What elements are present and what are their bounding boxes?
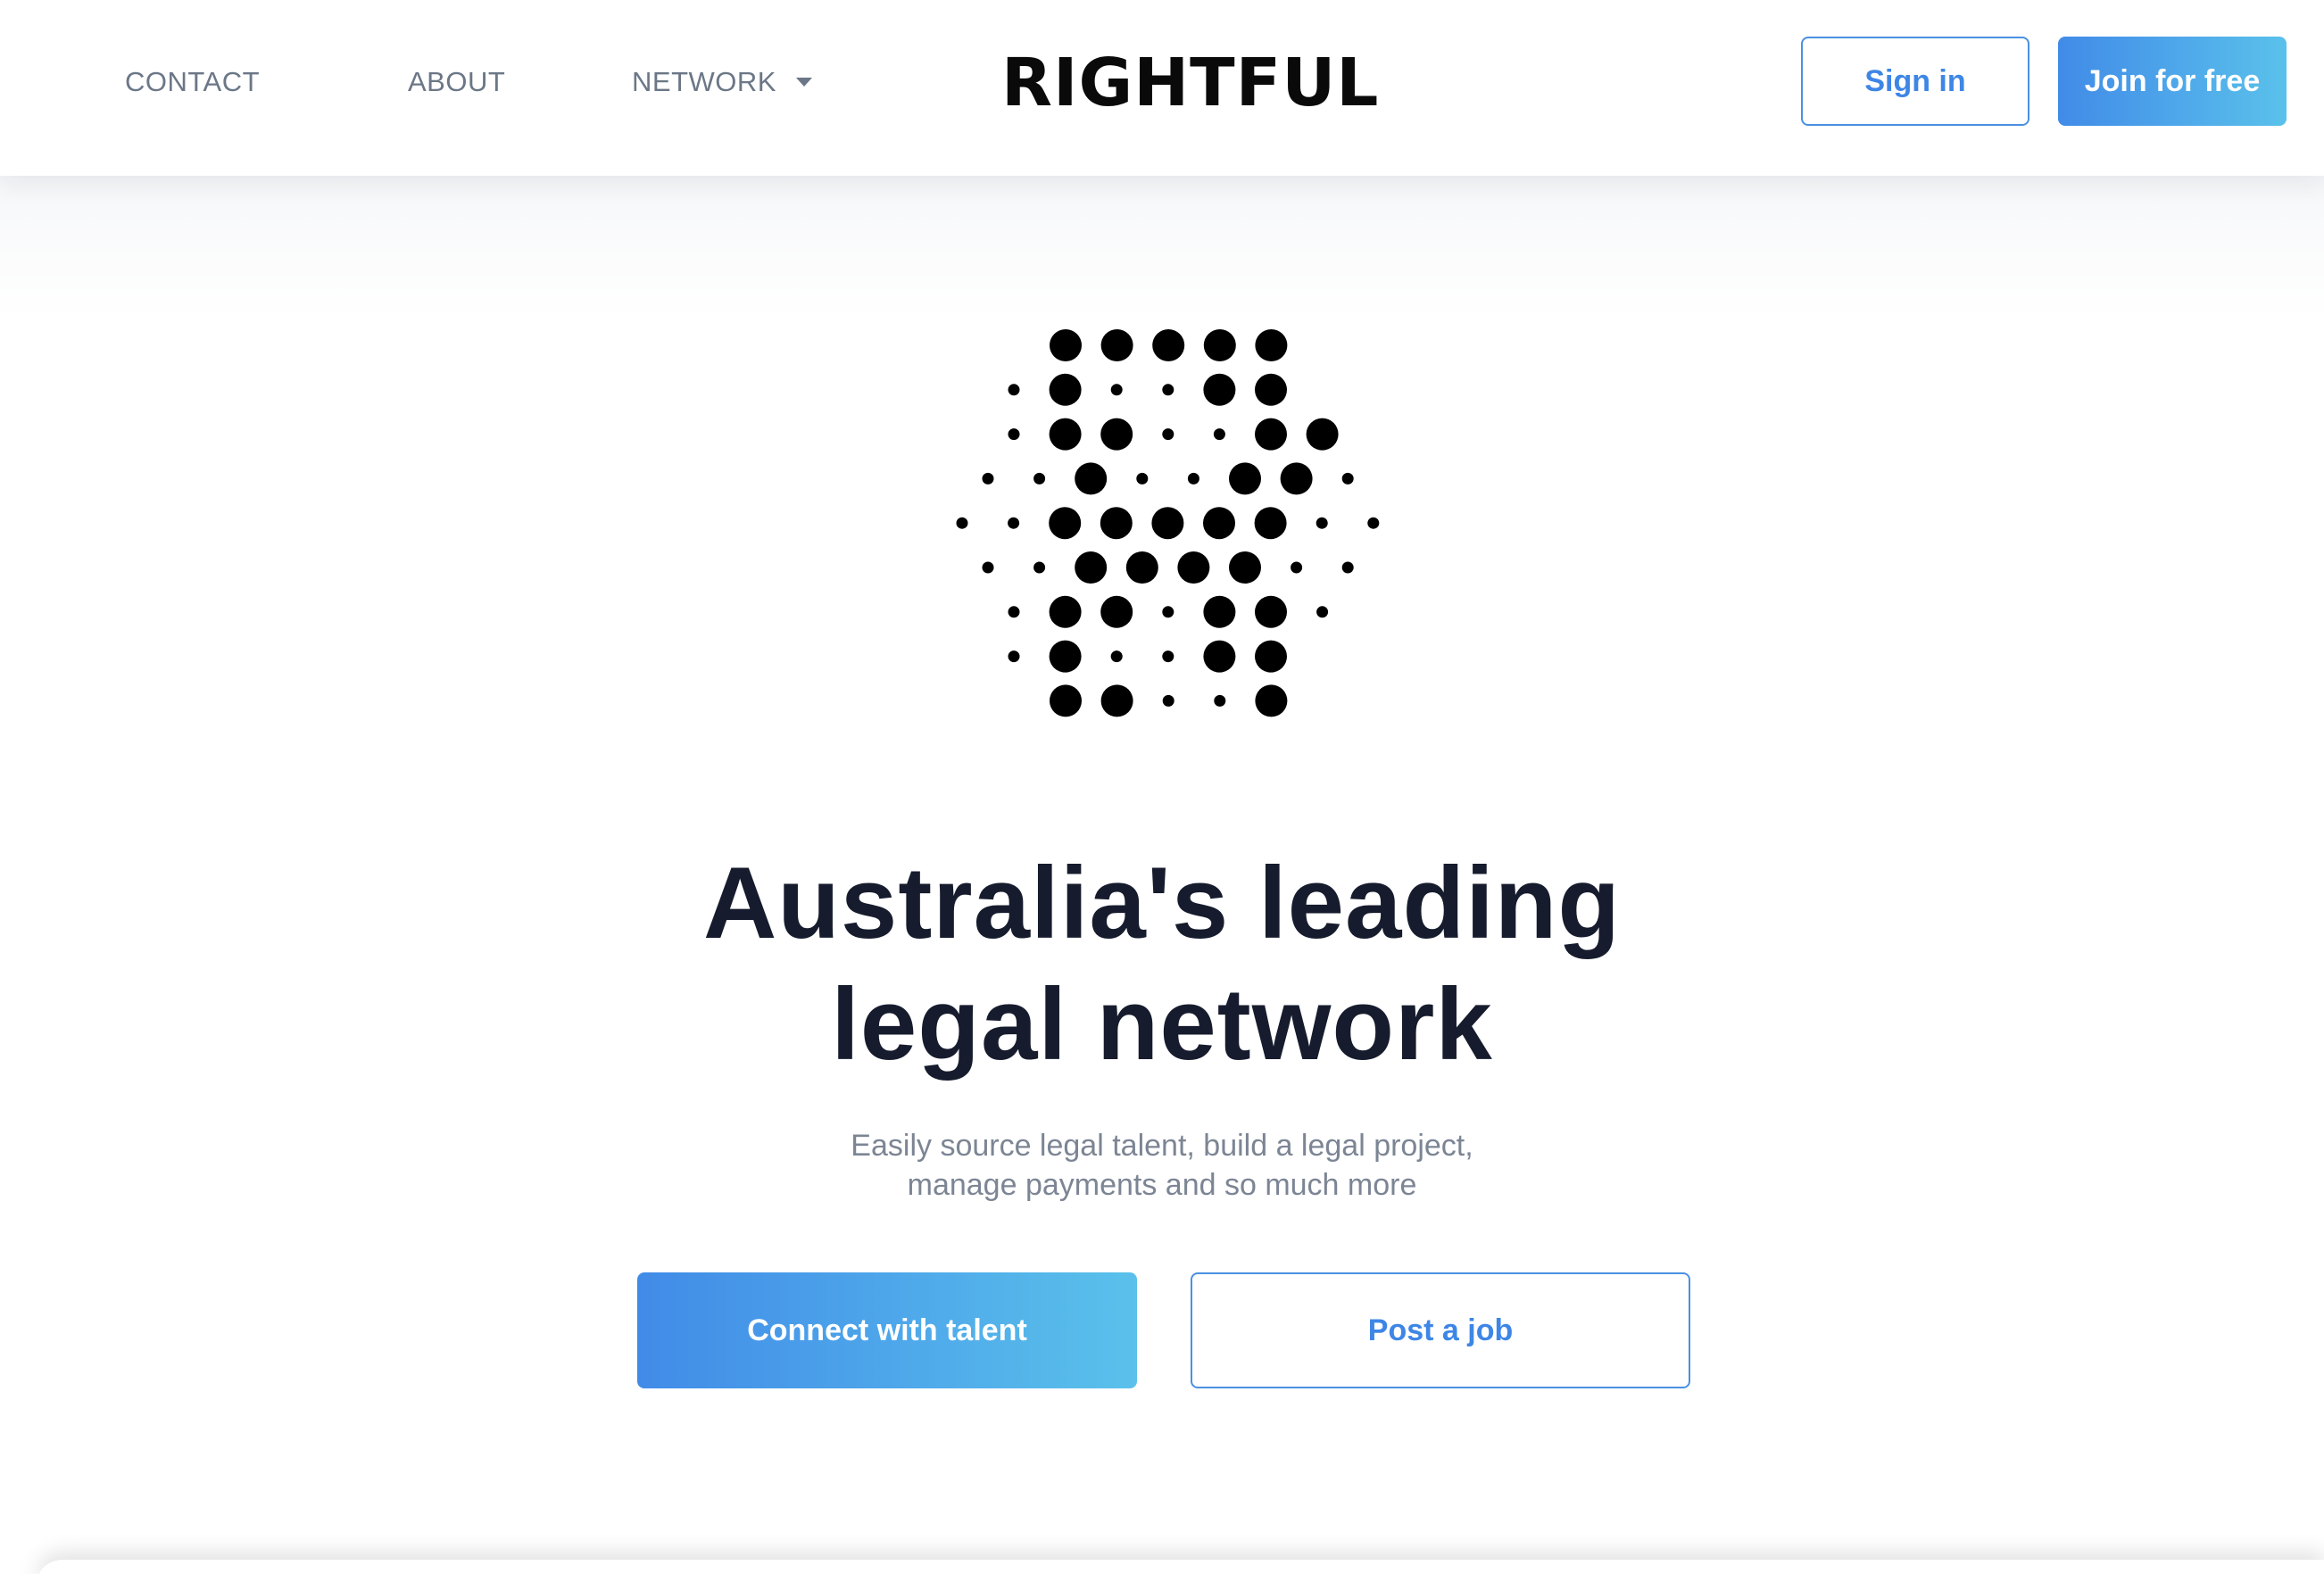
post-a-job-button[interactable]: Post a job	[1191, 1272, 1690, 1388]
nav-network-label: NETWORK	[632, 66, 776, 97]
nav-network-dropdown[interactable]: NETWORK	[632, 64, 812, 100]
headline-line-1: Australia's leading	[702, 847, 1622, 960]
nav-contact-link[interactable]: CONTACT	[125, 64, 260, 100]
hero-headline: Australia's leading legal network	[537, 843, 1787, 1086]
chevron-down-icon	[795, 78, 812, 87]
subtext-line-1: Easily source legal talent, build a lega…	[851, 1129, 1473, 1163]
page: CONTACT ABOUT NETWORK RIGHTFUL Sign in J…	[0, 0, 2324, 1574]
connect-with-talent-button[interactable]: Connect with talent	[637, 1272, 1137, 1388]
brand-logo[interactable]: RIGHTFUL	[1001, 43, 1378, 123]
hero-subtext: Easily source legal talent, build a lega…	[716, 1126, 1608, 1205]
site-header: CONTACT ABOUT NETWORK RIGHTFUL Sign in J…	[0, 0, 2324, 176]
dot-hexagon-logo-icon	[956, 329, 1380, 717]
sign-in-button[interactable]: Sign in	[1801, 37, 2029, 126]
headline-line-2: legal network	[831, 968, 1493, 1081]
nav-about-link[interactable]: ABOUT	[408, 64, 505, 100]
subtext-line-2: manage payments and so much more	[907, 1168, 1417, 1202]
join-for-free-button[interactable]: Join for free	[2058, 37, 2287, 126]
next-section-edge	[36, 1560, 2324, 1574]
